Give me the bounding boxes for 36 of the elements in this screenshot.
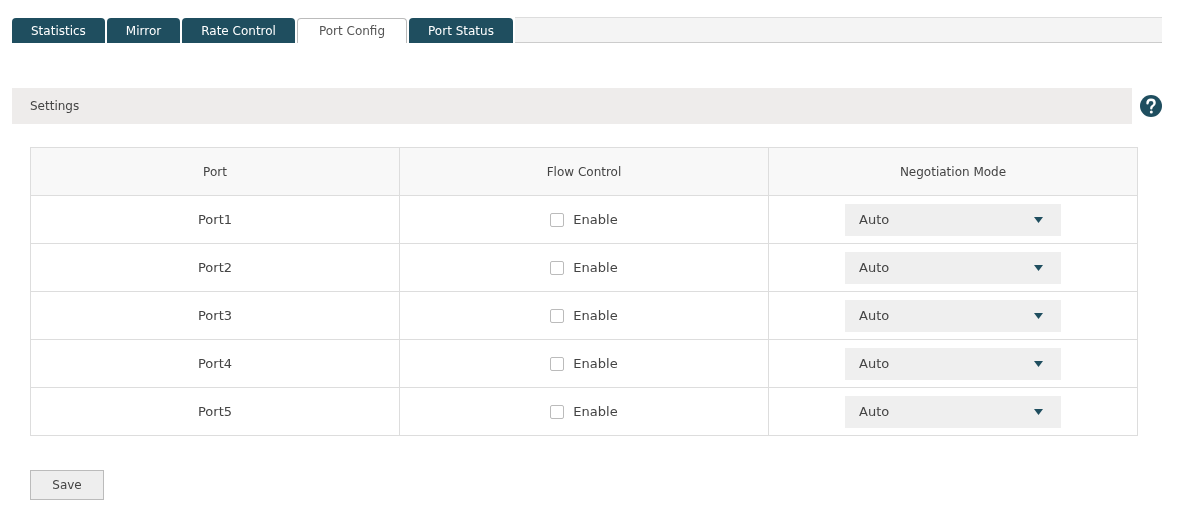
checkbox[interactable] [550,404,565,419]
checkbox-label: Enable [573,356,618,371]
section-title: Settings [30,99,80,113]
tab[interactable]: Statistics [12,18,105,43]
dropdown[interactable]: Auto [845,203,1061,236]
dropdown[interactable]: Auto [845,395,1061,428]
table-cell: Port1 [30,195,400,244]
tab[interactable]: Mirror [106,18,181,43]
checkbox-label: Enable [573,308,618,323]
checkbox-label: Enable [573,404,618,419]
tab[interactable]: Port Config [296,18,408,43]
column-header: Port [30,147,400,196]
checkbox-label: Enable [573,260,618,275]
tab[interactable]: Rate Control [182,18,295,43]
table-cell: Port3 [30,291,400,340]
caret-icon [1034,312,1043,319]
save-button[interactable]: Save [30,470,104,500]
caret-icon [1034,360,1043,367]
checkbox-label: Enable [573,212,618,227]
checkbox[interactable] [550,212,565,227]
dropdown[interactable]: Auto [845,251,1061,284]
caret-icon [1034,216,1043,223]
caret-icon [1034,408,1043,415]
caret-icon [1034,264,1043,271]
help-icon[interactable] [1140,95,1162,117]
column-header: Negotiation Mode [768,147,1138,196]
table-cell: Port4 [30,339,400,388]
table-cell: Port2 [30,243,400,292]
tab[interactable]: Port Status [409,18,513,43]
checkbox[interactable] [550,356,565,371]
checkbox[interactable] [550,260,565,275]
dropdown[interactable]: Auto [845,299,1061,332]
column-header: Flow Control [399,147,769,196]
table-cell: Port5 [30,387,400,436]
checkbox[interactable] [550,308,565,323]
dropdown[interactable]: Auto [845,347,1061,380]
